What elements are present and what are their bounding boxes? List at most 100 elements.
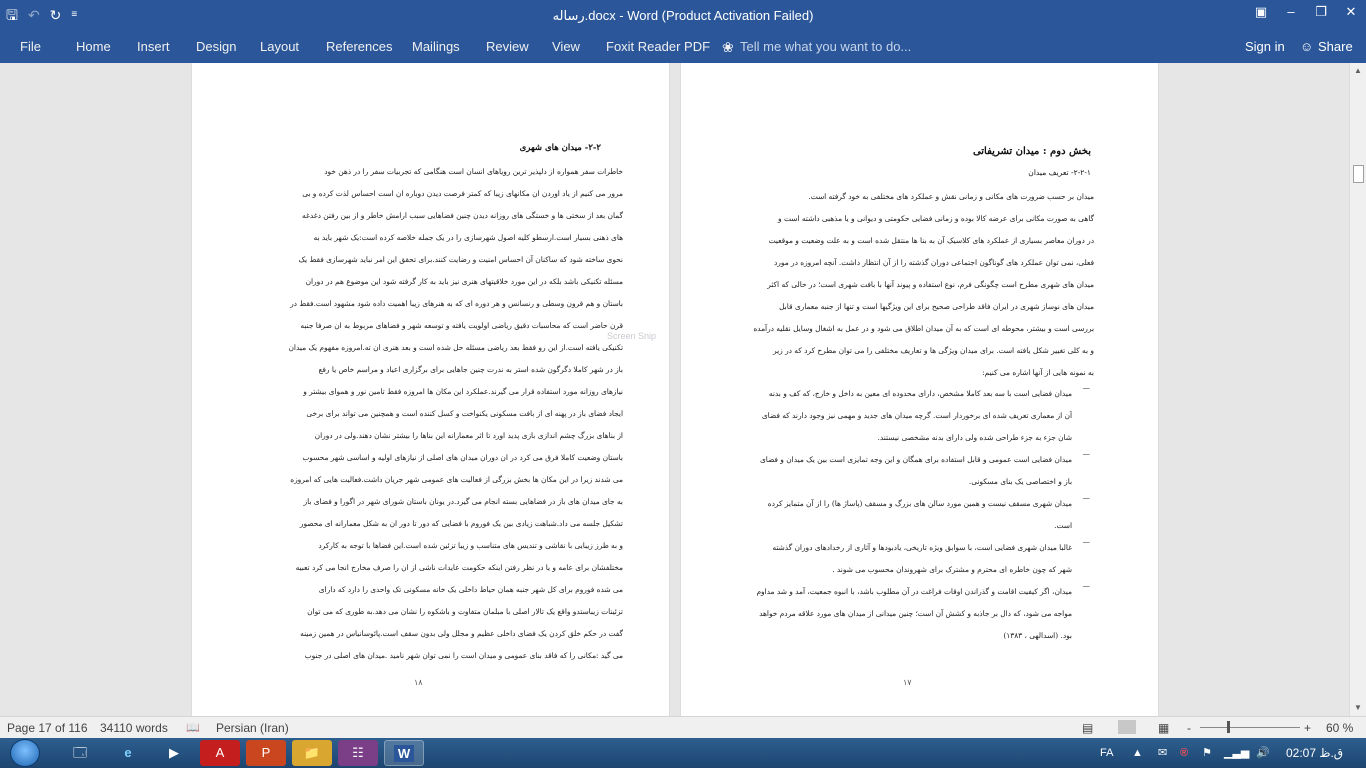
title-bar: 🖫 ↶ ↻ ≡ رساله.docx - Word (Product Activ… — [0, 0, 1366, 32]
bullet-dash-icon: — — [1082, 383, 1090, 392]
ie-icon[interactable]: e — [108, 740, 148, 766]
tab-design[interactable]: Design — [196, 37, 236, 57]
volume-icon[interactable]: 🔊 — [1256, 745, 1270, 761]
tab-review[interactable]: Review — [486, 37, 529, 57]
zoom-out-button[interactable]: - — [1187, 721, 1191, 735]
text-line: ایجاد فضای باز در پهنه ای از بافت مسکونی… — [306, 409, 623, 418]
text-line: به جای میدان های باز در فضاهایی بسته انج… — [303, 497, 623, 506]
system-clock[interactable]: 02:07 ق.ظ — [1286, 745, 1343, 761]
text-line: در دوران معاصر بسیاری از عملکرد های کلاس… — [768, 236, 1094, 245]
text-line: باز در شهر کاملا دگرگون شده استر به ندرت… — [318, 365, 623, 374]
tab-insert[interactable]: Insert — [137, 37, 170, 57]
text-line: می شدند زیرا در این مکان ها بخش بزرگی از… — [290, 475, 623, 484]
scroll-down-arrow-icon[interactable]: ▼ — [1350, 700, 1366, 716]
powerpoint-icon[interactable]: P — [246, 740, 286, 766]
text-line: باستان وضعیت کاملا فرق می کرد در ان دورا… — [302, 453, 623, 462]
text-line: فعلی، نمی توان عملکرد های گوناگون اجتماع… — [774, 258, 1094, 267]
text-line: گاهی به صورت مکانی برای عرضه کالا بوده و… — [778, 214, 1094, 223]
text-line: تکنیکی یافته است.از این رو فقط بعد ریاضی… — [288, 343, 624, 352]
window-controls: ▣ – ❐ ✕ — [1246, 0, 1366, 24]
signal-icon[interactable]: ▁▃▅ — [1224, 745, 1249, 761]
minimize-button[interactable]: – — [1276, 0, 1306, 24]
tell-me-search[interactable]: Tell me what you want to do... — [740, 37, 911, 57]
tab-home[interactable]: Home — [76, 37, 111, 57]
close-button[interactable]: ✕ — [1336, 0, 1366, 24]
text-line: های ذهنی بسیار است.ارسطو کلیه اصول شهرسا… — [313, 233, 624, 242]
tab-view[interactable]: View — [552, 37, 580, 57]
list-item: میدان شهری مسقف نیست و همین مورد سالن ها… — [702, 493, 1090, 537]
play-icon[interactable]: ▶ — [154, 740, 194, 766]
list-item: میدان فضایی است عمومی و قابل استفاده برا… — [702, 449, 1090, 493]
subheading: ۲-۲-۱- تعریف میدان — [1028, 168, 1091, 177]
antivirus-icon[interactable]: ® — [1180, 745, 1188, 761]
tab-file[interactable]: File — [20, 37, 41, 57]
tab-references[interactable]: References — [326, 37, 392, 57]
text-line: شان جزء به جزء طراحی شده ولی دارای بدنه … — [877, 433, 1072, 442]
text-line: میدان، اگر کیفیت اقامت و گذراندن اوقات ف… — [756, 587, 1072, 596]
page-body-text: خاطرات سفر همواره از دلپذیر ترین رویاهای… — [233, 161, 624, 667]
page-17[interactable]: بخش دوم : میدان تشریفاتی ۲-۲-۱- تعریف می… — [681, 63, 1158, 716]
page-number: ۱۸ — [414, 678, 423, 687]
text-line: می شده فوروم برای کل شهر جنبه همان حیاط … — [318, 585, 623, 594]
text-line: مسئله تکنیکی باشد بلکه در این مورد خلاقی… — [305, 277, 623, 286]
language-indicator[interactable]: Persian (Iran) — [216, 721, 289, 735]
print-layout-icon[interactable] — [1118, 720, 1136, 734]
list-item: غالبا میدان شهری فضایی است، با سوابق ویژ… — [702, 537, 1090, 581]
tray-expand-icon[interactable]: ▲ — [1132, 745, 1143, 761]
text-line: مواجه می شود، که دال بر جاذبه و کشش آن ا… — [759, 609, 1072, 618]
text-line: میدان های نوساز شهری در ایران فاقد طراحی… — [779, 302, 1094, 311]
web-layout-icon[interactable]: ▦ — [1158, 721, 1169, 735]
text-line: گمان بعد از سختی ها و خستگی های روزانه د… — [302, 211, 623, 220]
tab-mailings[interactable]: Mailings — [412, 37, 460, 57]
start-button[interactable] — [10, 739, 40, 767]
text-line: به نمونه هایی از آنها اشاره می کنیم: — [982, 368, 1094, 377]
text-line: بود. (اسدالهی ، ۱۳۸۳) — [1003, 631, 1072, 640]
text-line: میدان فضایی است عمومی و قابل استفاده برا… — [759, 455, 1072, 464]
winrar-icon[interactable]: ☷ — [338, 740, 378, 766]
acrobat-icon[interactable]: A — [200, 740, 240, 766]
read-mode-icon[interactable]: ▤ — [1082, 721, 1093, 735]
window-title: رساله.docx - Word (Product Activation Fa… — [552, 8, 814, 23]
page-count[interactable]: Page 17 of 116 — [7, 721, 88, 735]
word-count[interactable]: 34110 words — [100, 721, 168, 735]
zoom-level[interactable]: 60 % — [1326, 721, 1353, 735]
text-line: است. — [1054, 521, 1072, 530]
network-icon[interactable]: ✉ — [1158, 745, 1167, 761]
share-button[interactable]: Share — [1318, 37, 1353, 57]
ribbon-tab-bar: File Home Insert Design Layout Reference… — [0, 32, 1366, 63]
text-line: باستان و هم قرون وسطی و رنسانس و هر دوره… — [290, 299, 623, 308]
page-18[interactable]: ۲-۲- میدان های شهری خاطرات سفر همواره از… — [192, 63, 669, 716]
status-bar: Page 17 of 116 34110 words 📖 Persian (Ir… — [0, 716, 1366, 738]
show-desktop-icon[interactable]: 🗔 — [60, 740, 100, 766]
document-area[interactable]: ۲-۲- میدان های شهری خاطرات سفر همواره از… — [0, 63, 1349, 716]
input-language[interactable]: FA — [1100, 745, 1113, 761]
word-icon[interactable]: W — [384, 740, 424, 766]
share-user-icon: ☺ — [1300, 39, 1314, 54]
sign-in-link[interactable]: Sign in — [1245, 37, 1285, 57]
text-line: میدان های شهری مطرح است چگونگی فرم، نوع … — [767, 280, 1094, 289]
tab-layout[interactable]: Layout — [260, 37, 299, 57]
text-line: قرن حاضر است که محاسبات دقیق ریاضی اولوی… — [300, 321, 623, 330]
scrollbar-thumb[interactable] — [1353, 165, 1364, 183]
text-line: نیازهای روزانه مورد استفاده قرار می گیرن… — [303, 387, 623, 396]
text-line: میدان بر حسب ضرورت های مکانی و زمانی نقش… — [808, 192, 1094, 201]
text-line: و به کلی تغییر شکل یافته است. برای میدان… — [773, 346, 1094, 355]
flag-icon[interactable]: ⚑ — [1202, 745, 1212, 761]
ribbon-display-options-icon[interactable]: ▣ — [1246, 0, 1276, 24]
screen-snip-watermark: Screen Snip — [607, 331, 657, 341]
vertical-scrollbar[interactable]: ▲ ▼ — [1349, 63, 1366, 716]
restore-button[interactable]: ❐ — [1306, 0, 1336, 24]
zoom-slider-track[interactable] — [1200, 727, 1300, 728]
text-line: خاطرات سفر همواره از دلپذیر ترین رویاهای… — [324, 167, 623, 176]
windows-taskbar: 🗔 e ▶ A P 📁 ☷ W FA ▲ ✉ ® ⚑ ▁▃▅ 🔊 02:07 ق… — [0, 738, 1366, 768]
text-line: مختلفشان برای عامه و یا در نظر رفتن اینک… — [295, 563, 623, 572]
text-line: آن از معماری تعریف شده ای برخوردار است. … — [761, 411, 1072, 420]
proofing-icon[interactable]: 📖 — [186, 721, 200, 735]
zoom-slider-thumb[interactable] — [1227, 721, 1230, 733]
text-line: غالبا میدان شهری فضایی است، با سوابق ویژ… — [772, 543, 1072, 552]
folder-icon[interactable]: 📁 — [292, 740, 332, 766]
bullet-dash-icon: — — [1082, 537, 1090, 546]
zoom-in-button[interactable]: + — [1304, 721, 1311, 735]
tab-foxit-reader-pdf[interactable]: Foxit Reader PDF — [606, 37, 710, 57]
scroll-up-arrow-icon[interactable]: ▲ — [1350, 63, 1366, 79]
